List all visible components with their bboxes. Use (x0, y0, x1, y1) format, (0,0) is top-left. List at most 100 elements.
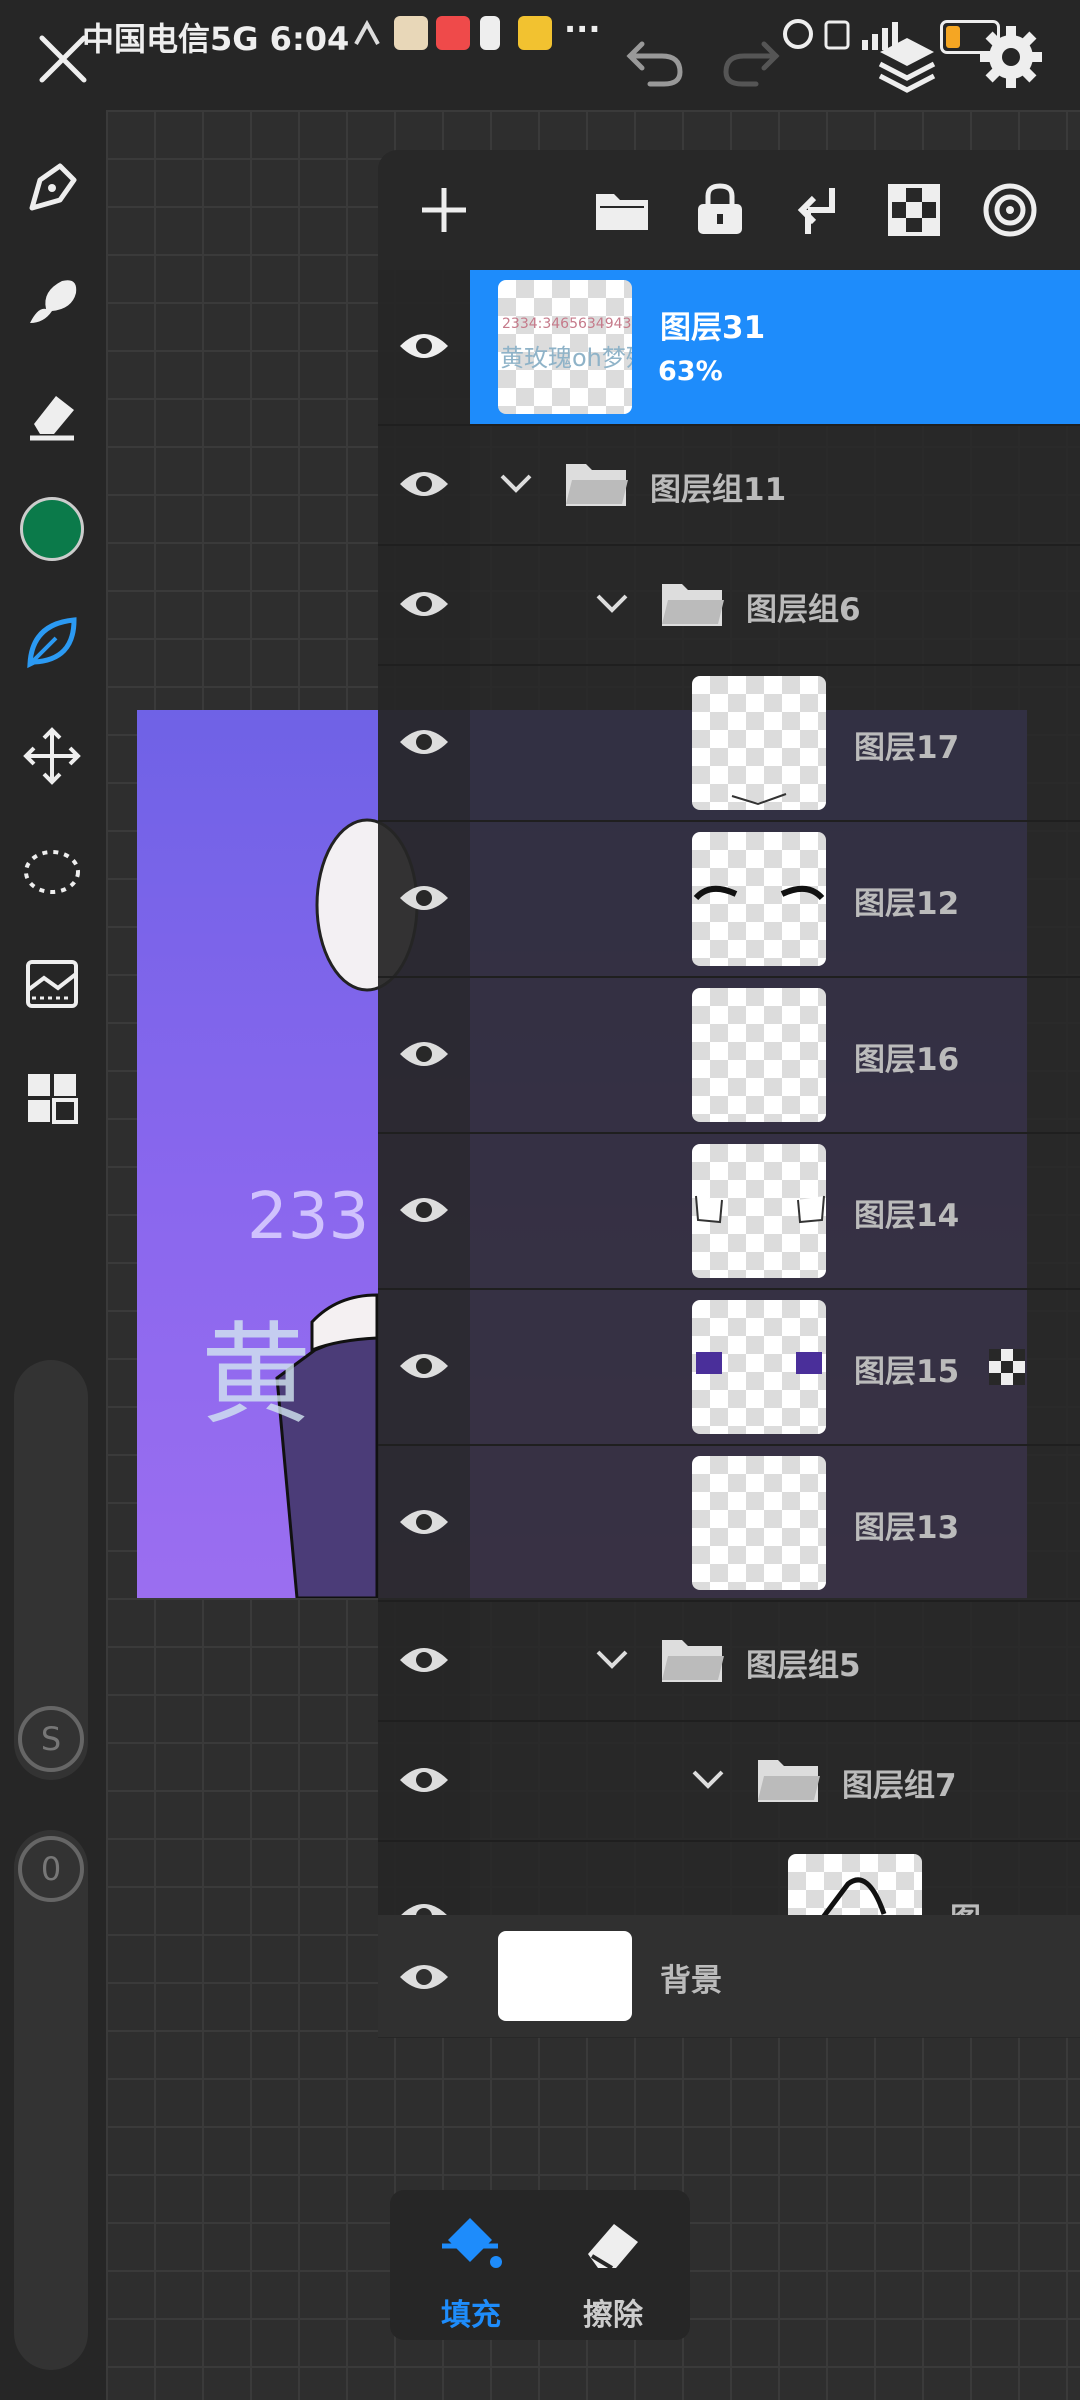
erase-label: 擦除 (583, 2298, 643, 2333)
layers-panel-toolbar (378, 150, 1080, 270)
color-picker-swatch[interactable] (16, 493, 88, 565)
layer-thumbnail (692, 1144, 826, 1278)
canvas-text-line1: 233 (247, 1180, 370, 1254)
smudge-tool-icon[interactable] (16, 265, 88, 337)
brush-size-knob[interactable]: S (18, 1706, 84, 1772)
background-thumbnail (498, 1931, 632, 2021)
layer-thumbnail: 2334:3465634943 黄玫瑰oh梦殇 (498, 280, 632, 414)
layers-icon[interactable] (872, 30, 942, 100)
layer-row-selected[interactable]: 2334:3465634943 黄玫瑰oh梦殇 图层31 63% (378, 270, 1080, 426)
chevron-down-icon[interactable] (592, 1640, 632, 1680)
eye-icon[interactable] (394, 1492, 454, 1552)
layer-name: 图层31 (660, 310, 766, 346)
eye-icon[interactable] (394, 1336, 454, 1396)
app-icon-1 (394, 16, 428, 50)
eye-icon[interactable] (394, 454, 454, 514)
move-tool-icon[interactable] (16, 720, 88, 792)
layer-name: 图层14 (854, 1198, 960, 1234)
layer-name: 图层组5 (746, 1648, 861, 1684)
eraser-tool-icon[interactable] (16, 378, 88, 450)
fill-label: 填充 (441, 2298, 501, 2333)
layer-name: 图层17 (854, 730, 960, 766)
layer-name: 图层16 (854, 1042, 960, 1078)
brush-opacity-slider[interactable]: 0 (14, 1830, 88, 2370)
chevron-down-icon[interactable] (496, 464, 536, 504)
layer-thumbnail (788, 1854, 922, 1916)
thumb-text-2: 黄玫瑰oh梦殇 (500, 344, 632, 372)
lasso-select-icon[interactable] (16, 834, 88, 906)
layer-thumbnail (692, 832, 826, 966)
layer-group-row[interactable]: 图层组7 (378, 1720, 1080, 1842)
fill-erase-toolbar: 填充 擦除 (390, 2190, 690, 2340)
layer-row[interactable]: 图层13 (378, 1444, 1080, 1602)
app-icon-shopping (436, 16, 470, 50)
brush-opacity-knob[interactable]: 0 (18, 1836, 84, 1902)
layer-row[interactable]: 图层15 (378, 1288, 1080, 1446)
layer-name: 图层13 (854, 1510, 960, 1546)
brush-size-slider[interactable]: S (14, 1360, 88, 1780)
layer-name: 背景 (660, 1963, 722, 1999)
chevron-down-icon[interactable] (688, 1760, 728, 1800)
alert-icon (480, 16, 500, 50)
layer-name: 图层组7 (842, 1768, 957, 1804)
eye-icon[interactable] (394, 1630, 454, 1690)
gallery-grid-icon[interactable] (16, 1062, 88, 1134)
image-adjust-icon[interactable] (16, 948, 88, 1020)
background-layer-row[interactable]: 背景 (378, 1915, 1080, 2037)
chevron-down-icon[interactable] (592, 584, 632, 624)
eye-icon[interactable] (394, 1180, 454, 1240)
pen-tool-icon[interactable] (16, 152, 88, 224)
lock-icon[interactable] (684, 174, 756, 246)
notification-icon (350, 16, 384, 50)
layer-thumbnail (692, 988, 826, 1122)
folder-icon[interactable] (586, 174, 658, 246)
add-layer-icon[interactable] (408, 174, 480, 246)
layer-name: 图层12 (854, 886, 960, 922)
thumb-text-1: 2334:3465634943 (502, 316, 632, 332)
layer-group-row[interactable]: 图层组6 (378, 544, 1080, 666)
eye-icon[interactable] (394, 1947, 454, 2007)
close-icon[interactable] (28, 24, 98, 94)
folder-icon (662, 1640, 724, 1682)
layer-thumbnail (692, 1456, 826, 1590)
layer-row[interactable]: 图层16 (378, 976, 1080, 1134)
eye-icon[interactable] (394, 574, 454, 634)
canvas-text-line2: 黄 (201, 1311, 311, 1439)
redo-icon[interactable] (716, 24, 786, 94)
layer-row-partial[interactable]: 图 (378, 1840, 1080, 1916)
layer-name: 图层组6 (746, 592, 861, 628)
layer-settings-icon[interactable] (974, 174, 1046, 246)
erase-button[interactable]: 擦除 (558, 2210, 668, 2333)
carrier-time: 中国电信5G 6:04 (82, 20, 350, 58)
leaf-brush-icon[interactable] (16, 606, 88, 678)
left-toolbar: S 0 (0, 110, 106, 2400)
more-status-icons: ··· (564, 10, 601, 48)
eye-icon[interactable] (394, 868, 454, 928)
merge-down-icon[interactable] (782, 174, 854, 246)
eye-icon[interactable] (394, 712, 454, 772)
layer-row[interactable]: 图层12 (378, 820, 1080, 978)
layer-name: 图 (950, 1894, 981, 1916)
folder-icon (662, 584, 724, 626)
eye-icon[interactable] (394, 1886, 454, 1916)
folder-icon (758, 1760, 820, 1802)
folder-icon (566, 464, 628, 506)
clipping-mask-icon (989, 1349, 1025, 1385)
eye-icon[interactable] (394, 316, 454, 376)
weibo-icon (518, 16, 552, 50)
fill-button[interactable]: 填充 (416, 2210, 526, 2333)
eye-icon[interactable] (394, 1750, 454, 1810)
layer-group-row[interactable]: 图层组5 (378, 1600, 1080, 1722)
gear-icon[interactable] (976, 22, 1046, 92)
layer-name: 图层15 (854, 1354, 960, 1390)
layer-row[interactable]: 图层14 (378, 1132, 1080, 1290)
layer-group-row[interactable]: 图层组11 (378, 424, 1080, 546)
layer-thumbnail (692, 1300, 826, 1434)
undo-icon[interactable] (620, 24, 690, 94)
layer-opacity: 63% (658, 356, 723, 387)
layer-row[interactable]: 图层17 (378, 664, 1080, 822)
layer-thumbnail (692, 676, 826, 810)
current-color-circle (20, 497, 84, 561)
transparency-icon[interactable] (878, 174, 950, 246)
eye-icon[interactable] (394, 1024, 454, 1084)
